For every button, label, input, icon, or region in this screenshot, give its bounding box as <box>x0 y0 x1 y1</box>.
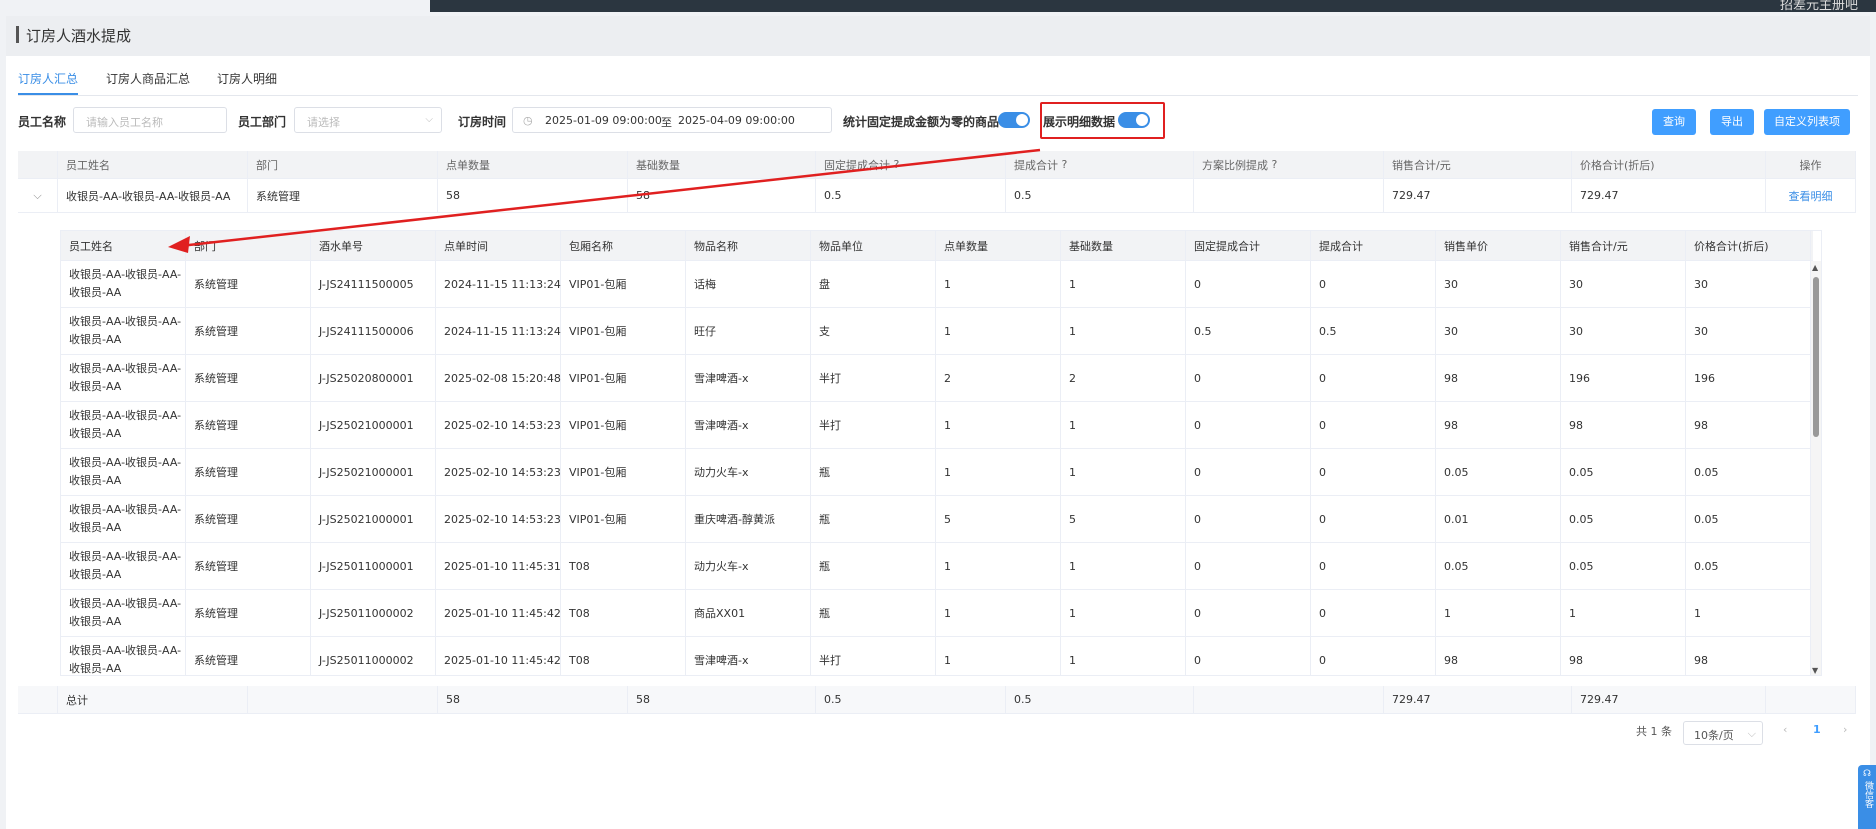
pagination-total: 共 1 条 <box>1636 725 1672 738</box>
page-size-value: 10条/页 <box>1694 729 1734 742</box>
wechat-service-widget[interactable]: ☊ 微信客 <box>1858 765 1876 829</box>
chevron-down-icon: ⌵ <box>1747 727 1756 740</box>
page-size-select[interactable]: 10条/页 ⌵ <box>1683 721 1763 745</box>
headset-icon: ☊ <box>1863 769 1871 779</box>
next-page-icon[interactable]: › <box>1843 723 1847 736</box>
annotation-arrow <box>168 148 1041 253</box>
current-page[interactable]: 1 <box>1813 723 1821 736</box>
prev-page-icon[interactable]: ‹ <box>1783 723 1787 736</box>
side-widget-label: 微信客 <box>1863 781 1873 808</box>
